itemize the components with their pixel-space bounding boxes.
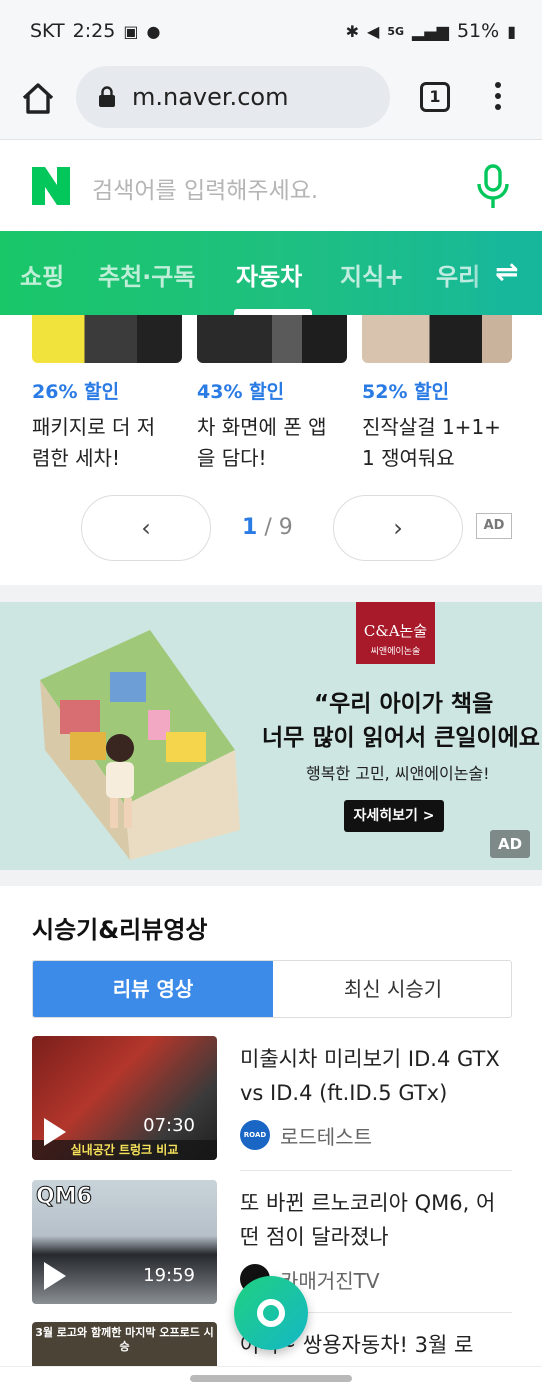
video-thumbnail[interactable]: 실내공간 트렁크 비교 07:30 — [32, 1036, 217, 1160]
lock-icon — [99, 86, 115, 107]
ad-subline: 행복한 고민, 씨앤에이논술! — [306, 764, 490, 783]
discount-label: 43% 할인 — [197, 381, 285, 403]
search-input[interactable]: 검색어를 입력해주세요. — [92, 171, 318, 205]
naver-logo-icon[interactable] — [32, 167, 70, 205]
book-illustration — [40, 630, 240, 860]
tab-latest-test-drive[interactable]: 최신 시승기 — [273, 961, 511, 1017]
status-left: SKT 2:25 ▣ ● — [30, 20, 160, 42]
thumbnail-caption: QM6 — [36, 1184, 93, 1210]
discount-label: 52% 할인 — [362, 381, 450, 403]
ad-badge[interactable]: AD — [490, 830, 530, 858]
more-menu-icon[interactable] — [490, 82, 506, 114]
shopping-cards: 26% 할인 패키지로 더 저 렴한 세차! 43% 할인 차 화면에 폰 앱을 … — [0, 315, 542, 585]
mic-icon[interactable] — [474, 164, 512, 210]
gallery-icon: ▣ — [123, 21, 139, 41]
next-page-button[interactable]: › — [333, 495, 463, 561]
clock: 2:25 — [72, 20, 116, 42]
battery-icon: ▮ — [507, 21, 516, 41]
product-desc: 진작살걸 1+1+ 1 쟁여둬요 — [362, 415, 501, 470]
tab-review-video[interactable]: 리뷰 영상 — [33, 961, 273, 1017]
carrier-label: SKT — [30, 20, 65, 42]
card-pager: ‹ 1 / 9 › AD — [0, 495, 542, 561]
section-divider — [0, 870, 542, 886]
ad-cta-button[interactable]: 자세히보기 > — [344, 800, 444, 832]
category-nav: 쇼핑 추천·구독 자동차 지식+ 우리 ⇌ — [0, 231, 542, 315]
ad-headline-line1: “우리 아이가 책을 — [314, 691, 494, 717]
product-card[interactable]: 52% 할인 진작살걸 1+1+ 1 쟁여둬요 — [362, 315, 512, 474]
video-title: 또 바뀐 르노코리아 QM6, 어떤 점이 달라졌나 — [240, 1191, 496, 1249]
play-icon — [44, 1118, 66, 1146]
product-desc: 차 화면에 폰 앱을 담다! — [197, 415, 327, 470]
product-image — [197, 315, 347, 363]
network-5g-icon: 5G — [387, 24, 405, 38]
naver-search-bar: 검색어를 입력해주세요. — [0, 141, 542, 231]
thumbnail-caption: 3월 로고와 함께한 마지막 오프로드 시승 — [35, 1326, 214, 1353]
section-title: 시승기&리뷰영상 — [32, 916, 208, 944]
video-thumbnail[interactable]: QM6 19:59 — [32, 1180, 217, 1304]
tab-car[interactable]: 자동차 — [236, 257, 302, 292]
home-indicator[interactable] — [190, 1375, 352, 1382]
section-divider — [0, 585, 542, 602]
address-bar[interactable]: m.naver.com — [76, 66, 390, 128]
product-desc: 패키지로 더 저 렴한 세차! — [32, 415, 156, 470]
tab-switcher-button[interactable]: 1 — [420, 82, 450, 112]
mute-icon: ◀ — [367, 21, 380, 41]
tab-shopping[interactable]: 쇼핑 — [20, 257, 64, 292]
channel-logo-icon: ROAD — [240, 1120, 270, 1150]
tab-recommend[interactable]: 추천·구독 — [98, 257, 195, 292]
prev-page-button[interactable]: ‹ — [81, 495, 211, 561]
status-bar: SKT 2:25 ▣ ● ✱ ◀ 5G ▂▄▆ 51% ▮ — [0, 0, 542, 62]
browser-toolbar: m.naver.com 1 — [0, 62, 542, 140]
video-duration: 19:59 — [143, 1265, 195, 1286]
signal-icon: ▂▄▆ — [412, 21, 449, 41]
video-title: 미출시차 미리보기 ID.4 GTX vs ID.4 (ft.ID.5 GTx) — [240, 1047, 500, 1105]
product-card[interactable]: 43% 할인 차 화면에 폰 앱을 담다! — [197, 315, 347, 474]
product-card[interactable]: 26% 할인 패키지로 더 저 렴한 세차! — [32, 315, 182, 474]
green-dot-icon — [257, 1299, 285, 1327]
battery-percent: 51% — [456, 20, 500, 42]
video-item[interactable]: 실내공간 트렁크 비교 07:30 미출시차 미리보기 ID.4 GTX vs … — [32, 1036, 512, 1160]
product-image — [32, 315, 182, 363]
list-divider — [240, 1170, 512, 1171]
brand-logo: C&A논술 씨앤에이논술 — [356, 602, 435, 664]
page-indicator: 1 / 9 — [242, 515, 293, 540]
product-image — [362, 315, 512, 363]
bluetooth-icon: ✱ — [345, 21, 360, 41]
gesture-nav-bar — [0, 1366, 542, 1390]
status-right: ✱ ◀ 5G ▂▄▆ 51% ▮ — [346, 20, 516, 42]
play-icon — [44, 1262, 66, 1290]
url-text: m.naver.com — [132, 83, 289, 111]
tab-knowledge[interactable]: 지식+ — [340, 257, 404, 292]
discount-label: 26% 할인 — [32, 381, 120, 403]
ad-headline-line2: 너무 많이 읽어서 큰일이에요” — [262, 725, 542, 751]
review-tabs: 리뷰 영상 최신 시승기 — [32, 960, 512, 1018]
reorder-icon[interactable]: ⇌ — [495, 255, 518, 288]
home-icon[interactable] — [18, 78, 58, 118]
ad-badge[interactable]: AD — [476, 513, 512, 539]
banner-ad[interactable]: C&A논술 씨앤에이논술 “우리 아이가 책을 너무 많이 읽어서 큰일이에요”… — [0, 602, 542, 870]
chat-icon: ● — [146, 21, 161, 41]
video-channel: ROAD 로드테스트 — [240, 1120, 372, 1150]
video-duration: 07:30 — [143, 1115, 195, 1136]
naver-green-dot-button[interactable] — [234, 1276, 308, 1350]
